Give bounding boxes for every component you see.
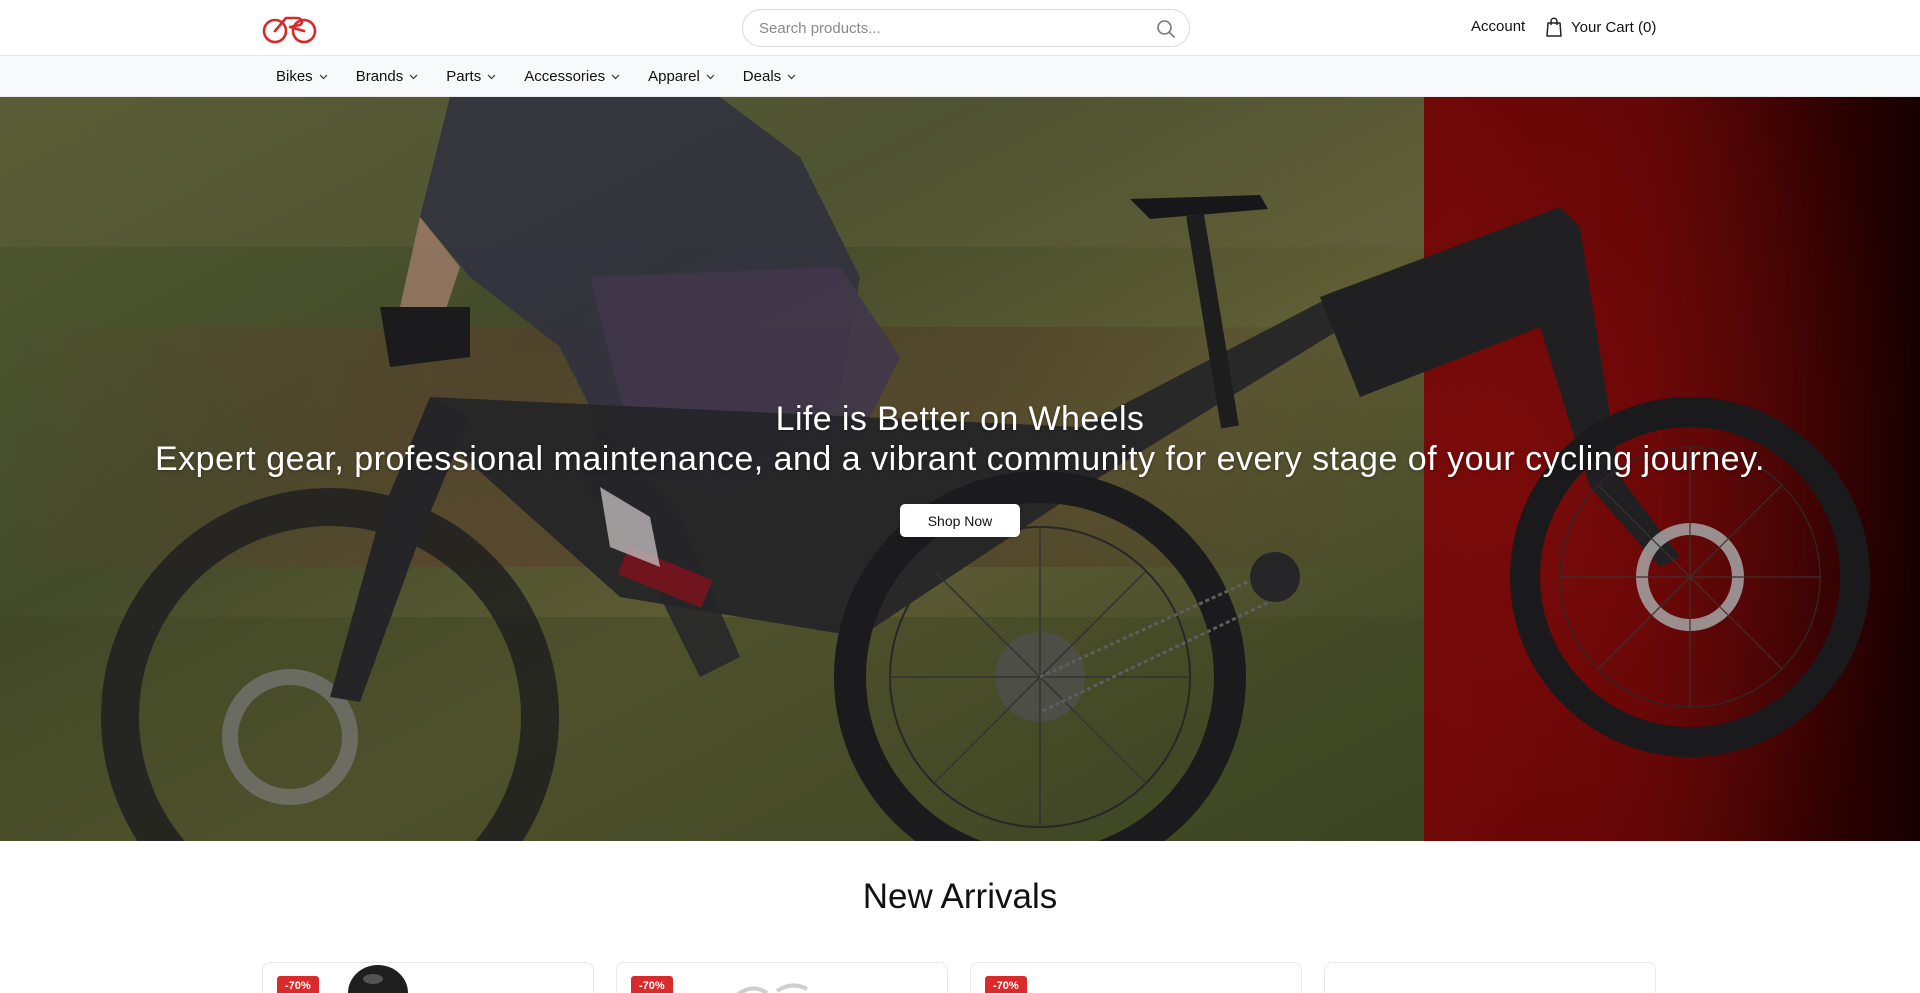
nav-item-accessories[interactable]: Accessories — [524, 68, 620, 85]
chevron-down-icon — [706, 74, 715, 80]
discount-badge: -70% — [985, 976, 1027, 993]
bike-logo-icon[interactable] — [262, 10, 318, 44]
nav-item-label: Bikes — [276, 68, 313, 85]
discount-badge: -70% — [631, 976, 673, 993]
product-card[interactable]: -70% — [262, 962, 594, 993]
product-card[interactable] — [1324, 962, 1656, 993]
nav-item-label: Brands — [355, 68, 404, 85]
cart-link[interactable]: Your Cart (0) — [1545, 16, 1656, 38]
nav-item-brands[interactable]: Brands — [356, 68, 419, 85]
nav-item-label: Apparel — [648, 68, 700, 85]
nav-item-bikes[interactable]: Bikes — [276, 68, 328, 85]
nav-item-deals[interactable]: Deals — [743, 68, 796, 85]
search-bar — [742, 9, 1190, 47]
chevron-down-icon — [611, 74, 620, 80]
nav-list: Bikes Brands Parts Accessories Apparel D… — [276, 56, 824, 97]
site-header: Account Your Cart (0) — [0, 0, 1920, 56]
hero-banner: Life is Better on Wheels Expert gear, pr… — [0, 97, 1920, 841]
shop-now-button[interactable]: Shop Now — [900, 504, 1020, 537]
product-card[interactable]: -70% — [616, 962, 948, 993]
hero-title: Life is Better on Wheels — [775, 400, 1145, 438]
nav-item-label: Parts — [446, 68, 482, 85]
nav-item-parts[interactable]: Parts — [446, 68, 496, 85]
account-link[interactable]: Account — [1471, 18, 1525, 35]
search-icon[interactable] — [1155, 18, 1177, 40]
chevron-down-icon — [487, 74, 496, 80]
chevron-down-icon — [409, 74, 418, 80]
section-title-new-arrivals: New Arrivals — [862, 877, 1058, 916]
product-grid: -70% -70% -70% — [262, 962, 1658, 993]
product-thumbnail — [736, 983, 808, 993]
nav-item-apparel[interactable]: Apparel — [648, 68, 715, 85]
product-thumbnail — [348, 965, 408, 993]
shopping-bag-icon — [1546, 17, 1562, 37]
cart-label: Your Cart (0) — [1571, 18, 1657, 36]
discount-badge: -70% — [277, 976, 319, 993]
hero-text: Life is Better on Wheels Expert gear, pr… — [0, 399, 1920, 479]
chevron-down-icon — [319, 74, 328, 80]
chevron-down-icon — [787, 74, 796, 80]
nav-item-label: Deals — [742, 68, 782, 85]
product-card[interactable]: -70% — [970, 962, 1302, 993]
nav-item-label: Accessories — [524, 68, 606, 85]
hero-subtitle: Expert gear, professional maintenance, a… — [154, 440, 1765, 478]
search-input[interactable] — [759, 10, 1139, 46]
main-nav: Bikes Brands Parts Accessories Apparel D… — [0, 56, 1920, 97]
